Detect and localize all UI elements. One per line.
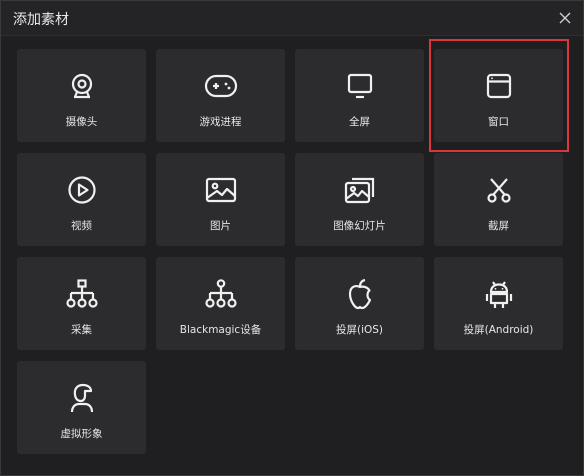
play-circle-icon xyxy=(67,176,96,204)
scissors-icon xyxy=(486,178,511,203)
monitor-icon xyxy=(347,73,372,99)
close-icon xyxy=(559,12,571,24)
tile-label: 图像幻灯片 xyxy=(333,220,386,232)
tile-fullscreen[interactable]: 全屏 xyxy=(295,49,424,142)
tile-label: 摄像头 xyxy=(65,116,98,128)
tile-slideshow[interactable]: 图像幻灯片 xyxy=(295,153,424,246)
add-source-dialog: 添加素材 摄像头 游戏进程 全屏 窗口 视频 图片 图像幻灯片 截屏 采集 Bl… xyxy=(0,0,584,476)
tile-label: 投屏(Android) xyxy=(463,324,534,336)
close-button[interactable] xyxy=(555,8,575,28)
tile-image[interactable]: 图片 xyxy=(156,153,285,246)
tile-label: 投屏(iOS) xyxy=(335,324,384,336)
tile-capture[interactable]: 采集 xyxy=(17,257,146,350)
image-icon xyxy=(205,177,236,203)
tile-virtual-avatar[interactable]: 虚拟形象 xyxy=(17,361,146,454)
apple-icon xyxy=(348,278,371,310)
tile-video[interactable]: 视频 xyxy=(17,153,146,246)
avatar-icon xyxy=(70,383,93,413)
tile-label: 截屏 xyxy=(488,220,509,232)
tile-label: 采集 xyxy=(71,324,92,336)
gamepad-icon xyxy=(204,74,237,98)
tile-label: 图片 xyxy=(210,220,231,232)
dialog-title: 添加素材 xyxy=(13,12,69,28)
tile-label: 全屏 xyxy=(349,116,370,128)
hierarchy-icon xyxy=(204,279,237,308)
tile-label: 游戏进程 xyxy=(199,116,242,128)
tile-blackmagic[interactable]: Blackmagic设备 xyxy=(156,257,285,350)
android-icon xyxy=(485,281,512,308)
tile-label: Blackmagic设备 xyxy=(179,324,262,336)
tile-label: 视频 xyxy=(71,220,92,232)
tile-cast-ios[interactable]: 投屏(iOS) xyxy=(295,257,424,350)
tile-game-process[interactable]: 游戏进程 xyxy=(156,49,285,142)
tile-webcam[interactable]: 摄像头 xyxy=(17,49,146,142)
tile-cast-android[interactable]: 投屏(Android) xyxy=(434,257,563,350)
tile-label: 虚拟形象 xyxy=(60,428,103,440)
webcam-icon xyxy=(71,73,92,99)
tile-screenshot[interactable]: 截屏 xyxy=(434,153,563,246)
dialog-titlebar: 添加素材 xyxy=(1,1,583,36)
slideshow-icon xyxy=(344,177,374,204)
hierarchy-icon xyxy=(65,279,98,308)
window-tile-highlight xyxy=(429,39,569,152)
